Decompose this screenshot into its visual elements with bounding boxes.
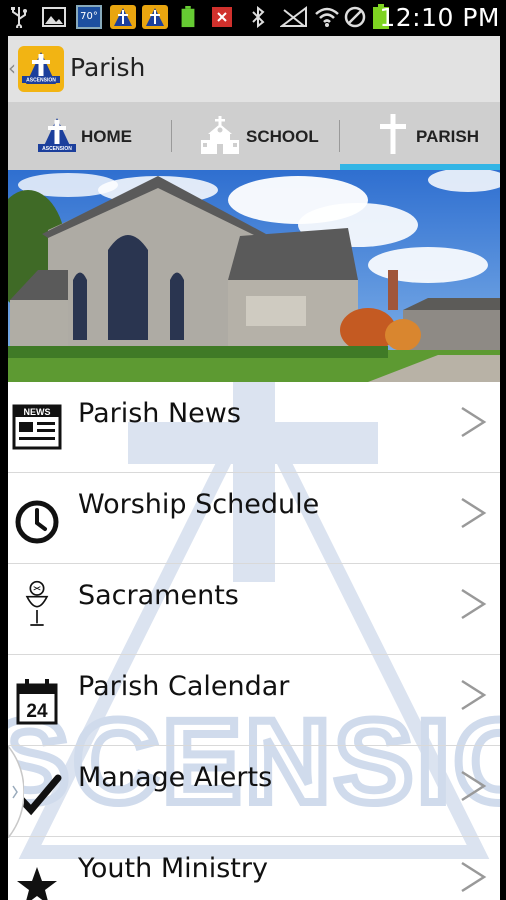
svg-text:ASCENSION: ASCENSION: [26, 78, 56, 84]
ascension-notification-icon-2: [142, 5, 168, 29]
temperature-label: 70°: [80, 11, 98, 22]
chevron-right-icon: [461, 679, 487, 711]
clock-time: 12:10 PM: [379, 3, 500, 32]
list-item-worship-schedule[interactable]: Worship Schedule: [8, 473, 500, 564]
battery-small-icon: [181, 6, 195, 28]
svg-text:ASCENSION: ASCENSION: [42, 146, 72, 152]
list-item-youth-ministry[interactable]: Youth Ministry: [8, 837, 500, 900]
chevron-right-icon: [461, 588, 487, 620]
calendar-day: 24: [26, 701, 48, 722]
wifi-icon: [315, 7, 339, 27]
cross-icon: [380, 114, 406, 154]
back-chevron-icon[interactable]: ‹: [8, 56, 16, 80]
list-item-parish-calendar[interactable]: 24 Parish Calendar: [8, 655, 500, 746]
tab-parish[interactable]: PARISH: [340, 102, 500, 170]
no-signal-icon: [280, 6, 307, 27]
tab-bar: ASCENSION HOME SCHOOL PARISH: [8, 102, 500, 170]
list-item-label: Youth Ministry: [78, 853, 268, 884]
church-photo: [8, 170, 500, 382]
action-bar: ‹ ASCENSION Parish: [8, 36, 500, 102]
app-window: ‹ ASCENSION Parish ASCENSION HOME SCHOOL…: [8, 36, 500, 900]
weather-badge: 70°: [76, 5, 102, 29]
tab-label: HOME: [81, 127, 132, 146]
calendar-icon: 24: [16, 679, 58, 725]
news-icon: NEWS: [12, 404, 62, 450]
status-bar: 70° 12:10 PM: [0, 0, 506, 36]
clock-icon: [15, 500, 59, 544]
ascension-logo-icon[interactable]: ASCENSION: [18, 46, 64, 92]
error-icon: [212, 7, 232, 27]
ascension-notification-icon: [110, 5, 136, 29]
page-title: Parish: [70, 53, 146, 82]
chevron-right-icon: [461, 861, 487, 893]
list-item-sacraments[interactable]: Sacraments: [8, 564, 500, 655]
chevron-right-icon: [461, 406, 487, 438]
tab-school[interactable]: SCHOOL: [172, 102, 340, 170]
ascension-logo-icon: ASCENSION: [38, 118, 76, 152]
blocked-icon: [344, 6, 366, 28]
svg-text:NEWS: NEWS: [24, 407, 51, 417]
list-item-manage-alerts[interactable]: Manage Alerts: [8, 746, 500, 837]
chalice-icon: [25, 580, 49, 626]
menu-list: SCENSIO NEWS Parish News Worship Schedul…: [8, 382, 500, 900]
chevron-right-icon: [461, 770, 487, 802]
list-item-label: Manage Alerts: [78, 762, 273, 793]
gallery-icon: [42, 7, 66, 27]
chevron-right-icon: [461, 497, 487, 529]
tab-home[interactable]: ASCENSION HOME: [8, 102, 172, 170]
star-icon: [17, 867, 57, 900]
school-building-icon: [201, 116, 239, 154]
list-item-label: Parish News: [78, 398, 241, 429]
list-item-label: Worship Schedule: [78, 489, 320, 520]
bluetooth-icon: [252, 6, 265, 28]
tab-label: SCHOOL: [246, 127, 319, 146]
usb-icon: [11, 7, 27, 28]
list-item-label: Parish Calendar: [78, 671, 290, 702]
drawer-handle[interactable]: [8, 746, 24, 838]
list-item-parish-news[interactable]: NEWS Parish News: [8, 382, 500, 473]
list-item-label: Sacraments: [78, 580, 239, 611]
tab-label: PARISH: [416, 127, 479, 146]
